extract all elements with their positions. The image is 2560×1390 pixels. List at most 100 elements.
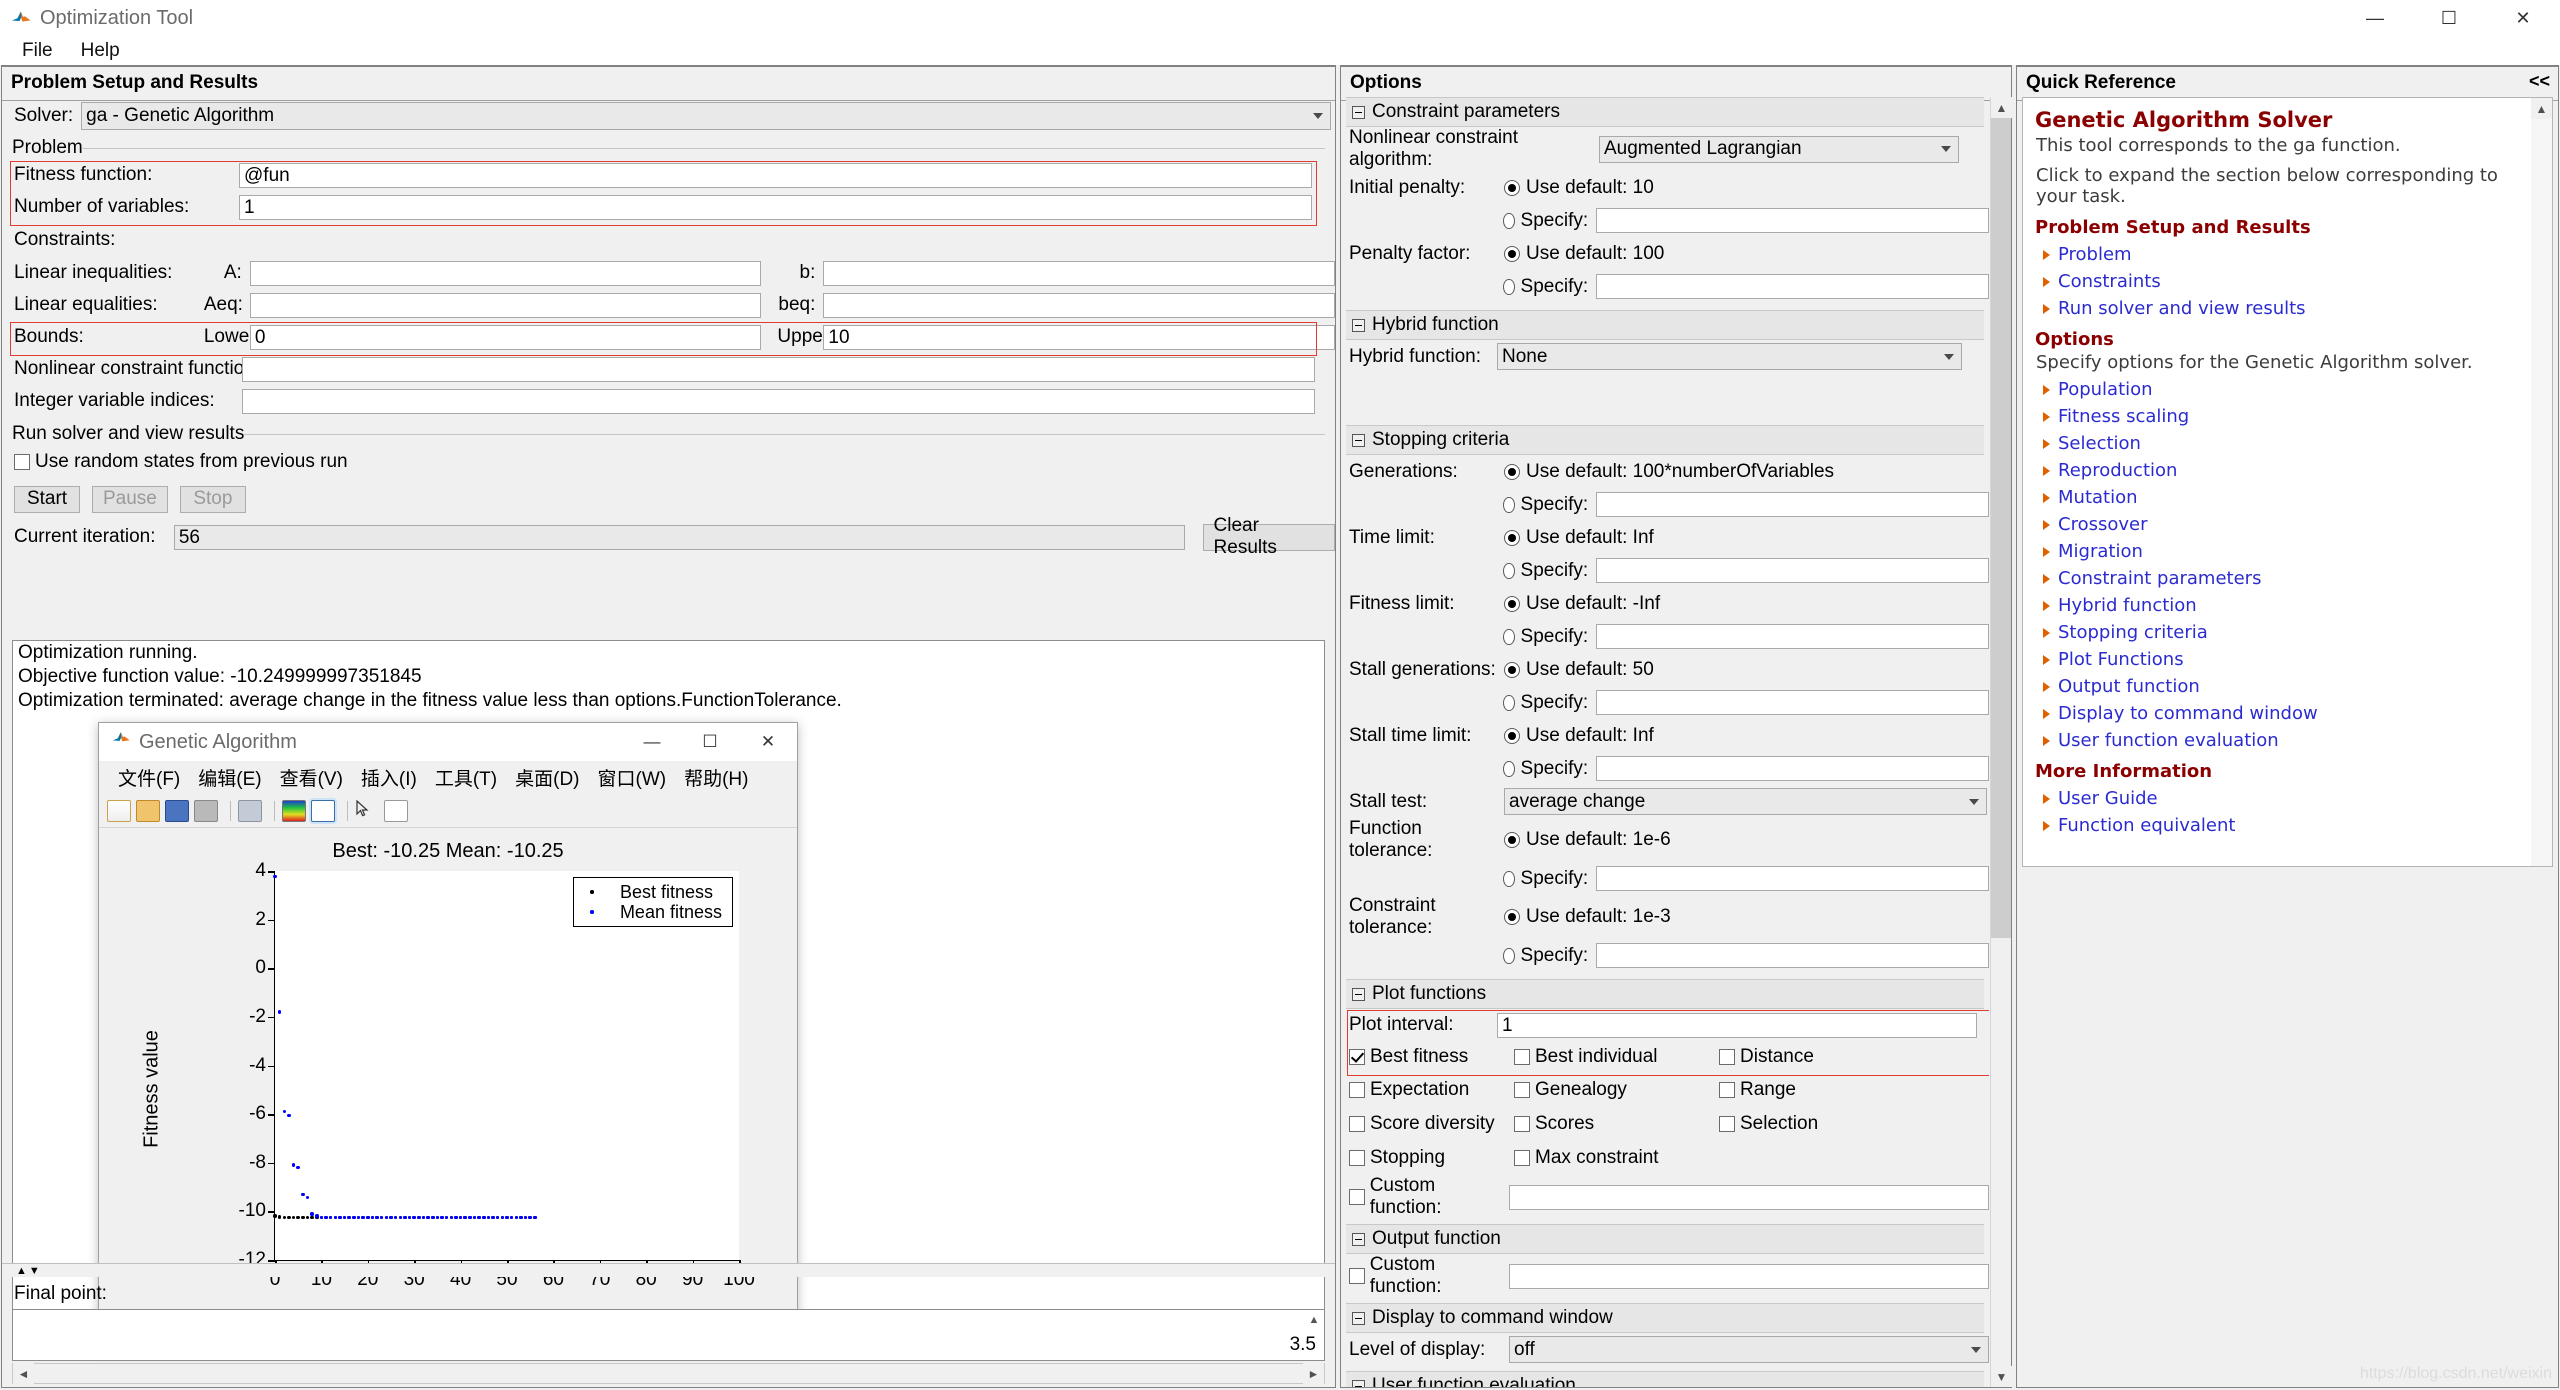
qr-options-link[interactable]: Mutation xyxy=(2043,487,2542,508)
initial-penalty-default-radio[interactable]: Use default: 10 xyxy=(1504,177,1654,199)
qr-problem-setup-link[interactable]: Problem xyxy=(2043,244,2542,265)
plot-checkbox-score-diversity[interactable]: Score diversity xyxy=(1349,1113,1514,1135)
output-custom-function-checkbox[interactable]: Custom function: xyxy=(1349,1254,1509,1298)
plot-checkbox-expectation[interactable]: Expectation xyxy=(1349,1079,1514,1101)
section-constraint-parameters[interactable]: Constraint parameters xyxy=(1346,97,1984,127)
genetic-algorithm-figure-window[interactable]: Genetic Algorithm — ☐ ✕ 文件(F) 编辑(E) 查看(V… xyxy=(98,722,798,1350)
save-figure-icon[interactable] xyxy=(165,799,189,822)
stall-generations-specify-radio[interactable]: Specify: xyxy=(1503,692,1588,714)
plot-checkbox-best-individual[interactable]: Best individual xyxy=(1514,1046,1719,1068)
time-limit-specify-input[interactable] xyxy=(1596,558,1989,583)
qr-options-link[interactable]: Selection xyxy=(2043,433,2542,454)
fitness-function-input[interactable]: @fun xyxy=(239,162,1312,188)
stall-test-select[interactable]: average change xyxy=(1504,788,1987,815)
qr-options-link[interactable]: Constraint parameters xyxy=(2043,568,2542,589)
collapse-icon[interactable] xyxy=(1352,1311,1365,1325)
qr-more-info-link[interactable]: User Guide xyxy=(2043,788,2542,809)
fitness-limit-default-radio[interactable]: Use default: -Inf xyxy=(1504,593,1660,615)
clear-results-button[interactable]: Clear Results xyxy=(1202,515,1336,558)
qr-options-link[interactable]: Stopping criteria xyxy=(2043,622,2542,643)
menu-help[interactable]: Help xyxy=(67,37,134,65)
scroll-right-icon[interactable]: ► xyxy=(1303,1363,1324,1384)
ga-menu-file[interactable]: 文件(F) xyxy=(109,764,189,791)
hybrid-function-select[interactable]: None xyxy=(1497,343,1962,370)
plot-custom-function-checkbox[interactable]: Custom function: xyxy=(1349,1175,1509,1219)
section-stopping-criteria[interactable]: Stopping criteria xyxy=(1346,425,1984,455)
collapse-icon[interactable] xyxy=(1352,1232,1365,1246)
section-output-function[interactable]: Output function xyxy=(1346,1224,1984,1254)
ga-menu-desktop[interactable]: 桌面(D) xyxy=(506,764,588,791)
section-user-function-evaluation[interactable]: User function evaluation xyxy=(1346,1371,1984,1387)
collapse-quick-reference-button[interactable]: << xyxy=(2529,71,2550,92)
new-figure-icon[interactable] xyxy=(107,799,131,822)
plot-checkbox-genealogy[interactable]: Genealogy xyxy=(1514,1079,1719,1101)
plot-custom-function-input[interactable] xyxy=(1509,1184,1989,1210)
scroll-up-icon[interactable]: ▲ xyxy=(1991,97,2012,118)
quick-reference-scrollbar[interactable]: ▲ xyxy=(2531,98,2552,866)
qr-options-link[interactable]: Reproduction xyxy=(2043,460,2542,481)
close-button[interactable]: ✕ xyxy=(2486,0,2560,37)
plot-browser-icon[interactable] xyxy=(384,799,408,822)
qr-options-link[interactable]: Migration xyxy=(2043,541,2542,562)
function-tolerance-specify-input[interactable] xyxy=(1596,866,1989,891)
ga-minimize-button[interactable]: — xyxy=(623,723,681,761)
generations-default-radio[interactable]: Use default: 100*numberOfVariables xyxy=(1504,461,1834,483)
section-hybrid-function[interactable]: Hybrid function xyxy=(1346,310,1984,340)
qr-options-link[interactable]: Output function xyxy=(2043,676,2542,697)
collapse-icon[interactable] xyxy=(1352,105,1365,119)
stall-generations-default-radio[interactable]: Use default: 50 xyxy=(1504,659,1654,681)
beq-input[interactable] xyxy=(823,292,1335,318)
collapse-icon[interactable] xyxy=(1352,987,1365,1001)
qr-problem-setup-link[interactable]: Run solver and view results xyxy=(2043,298,2542,319)
use-random-states-checkbox[interactable]: Use random states from previous run xyxy=(14,451,348,473)
scrollbar-thumb[interactable] xyxy=(1991,118,2011,938)
fitness-limit-specify-radio[interactable]: Specify: xyxy=(1503,626,1588,648)
ga-close-button[interactable]: ✕ xyxy=(739,723,797,761)
collapse-icon[interactable] xyxy=(1352,318,1365,332)
qr-options-link[interactable]: Plot Functions xyxy=(2043,649,2542,670)
b-input[interactable] xyxy=(823,260,1335,286)
ga-menu-help[interactable]: 帮助(H) xyxy=(675,764,757,791)
constraint-tolerance-default-radio[interactable]: Use default: 1e-3 xyxy=(1504,906,1671,928)
ga-menu-window[interactable]: 窗口(W) xyxy=(589,764,676,791)
plot-checkbox-selection[interactable]: Selection xyxy=(1719,1113,1869,1135)
ga-menu-tools[interactable]: 工具(T) xyxy=(426,764,506,791)
fitness-limit-specify-input[interactable] xyxy=(1596,624,1989,649)
link-plot-icon[interactable] xyxy=(238,799,262,822)
number-of-variables-input[interactable]: 1 xyxy=(239,194,1312,220)
minimize-button[interactable]: — xyxy=(2338,0,2412,37)
plot-checkbox-best-fitness[interactable]: Best fitness xyxy=(1349,1046,1514,1068)
plot-checkbox-max-constraint[interactable]: Max constraint xyxy=(1514,1147,1719,1169)
maximize-button[interactable]: ☐ xyxy=(2412,0,2486,37)
A-input[interactable] xyxy=(249,260,762,286)
function-tolerance-specify-radio[interactable]: Specify: xyxy=(1503,868,1588,890)
plot-checkbox-stopping[interactable]: Stopping xyxy=(1349,1147,1514,1169)
output-custom-function-input[interactable] xyxy=(1509,1263,1989,1289)
constraint-tolerance-specify-input[interactable] xyxy=(1596,943,1989,968)
integer-variable-indices-input[interactable] xyxy=(242,388,1315,414)
scroll-down-icon[interactable]: ▼ xyxy=(1991,1366,2012,1387)
qr-options-link[interactable]: Population xyxy=(2043,379,2542,400)
function-tolerance-default-radio[interactable]: Use default: 1e-6 xyxy=(1504,829,1671,851)
nonlinear-constraint-function-input[interactable] xyxy=(242,356,1315,382)
lower-bound-input[interactable]: 0 xyxy=(249,324,762,350)
start-button[interactable]: Start xyxy=(14,485,80,513)
collapse-icon[interactable] xyxy=(1352,1379,1365,1387)
plot-checkbox-range[interactable]: Range xyxy=(1719,1079,1869,1101)
qr-options-link[interactable]: Display to command window xyxy=(2043,703,2542,724)
stall-time-limit-specify-input[interactable] xyxy=(1596,756,1989,781)
qr-options-link[interactable]: Fitness scaling xyxy=(2043,406,2542,427)
generations-specify-radio[interactable]: Specify: xyxy=(1503,494,1588,516)
open-figure-icon[interactable] xyxy=(136,799,160,822)
penalty-factor-default-radio[interactable]: Use default: 100 xyxy=(1504,243,1664,265)
ga-maximize-button[interactable]: ☐ xyxy=(681,723,739,761)
plot-interval-input[interactable]: 1 xyxy=(1497,1012,1977,1038)
qr-options-link[interactable]: Hybrid function xyxy=(2043,595,2542,616)
penalty-factor-specify-input[interactable] xyxy=(1596,274,1989,299)
final-point-hscrollbar[interactable]: ◄ ► xyxy=(12,1363,1325,1384)
section-plot-functions[interactable]: Plot functions xyxy=(1346,979,1984,1009)
stall-time-limit-default-radio[interactable]: Use default: Inf xyxy=(1504,725,1654,747)
collapse-icon[interactable] xyxy=(1352,433,1365,447)
print-icon[interactable] xyxy=(194,799,218,822)
level-of-display-select[interactable]: off xyxy=(1509,1336,1989,1363)
